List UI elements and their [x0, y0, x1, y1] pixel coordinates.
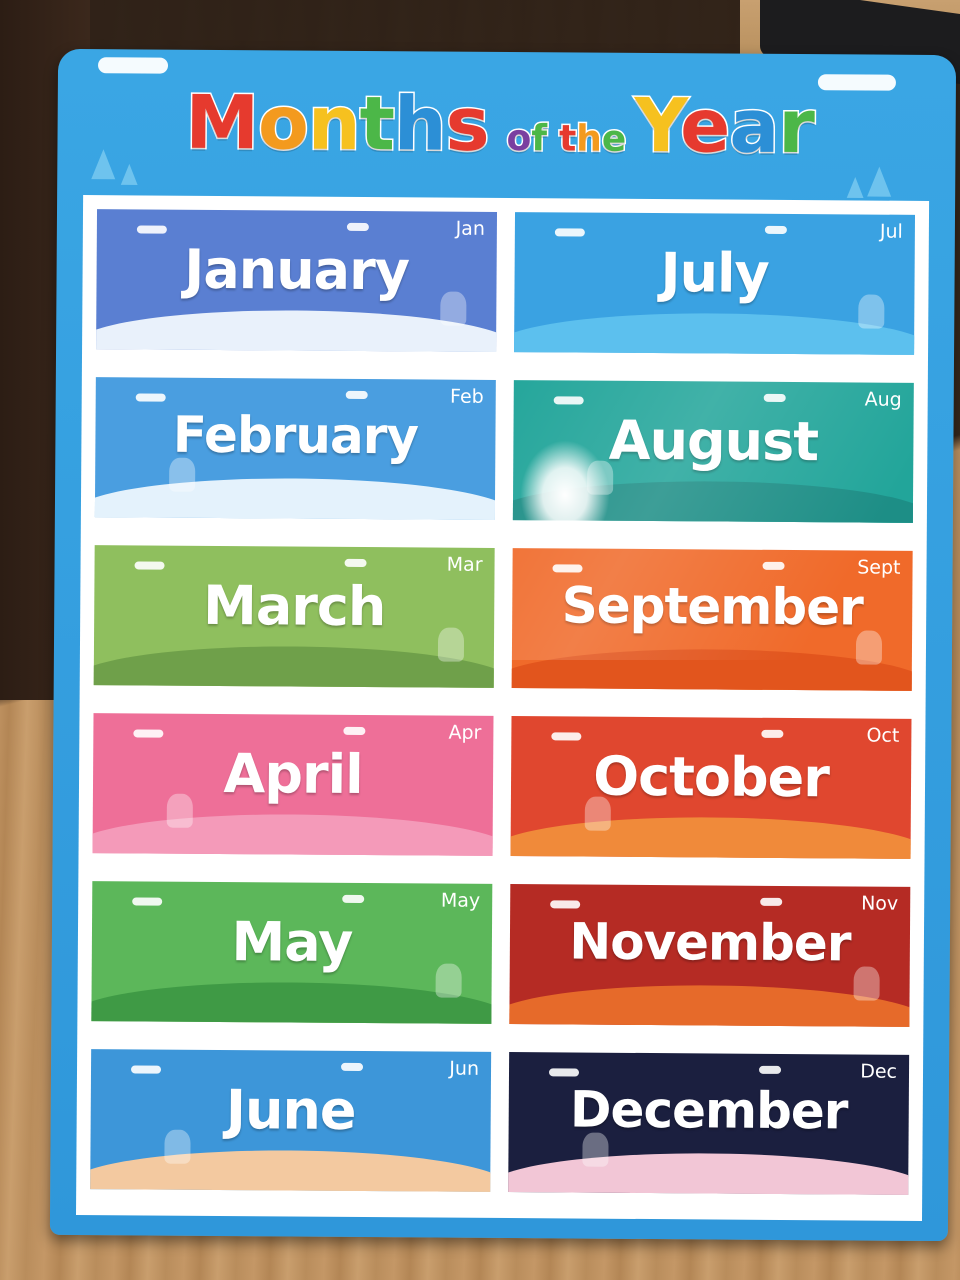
title-letter: a [728, 82, 781, 171]
month-card-october: October Oct [510, 716, 912, 859]
cloud-icon [131, 1065, 162, 1074]
cloud-icon [763, 393, 786, 402]
poster-title: Months of the Year [57, 78, 956, 171]
title-word: the [557, 117, 628, 161]
cloud-icon [551, 732, 582, 741]
month-abbreviation: Dec [860, 1060, 898, 1083]
month-card-december: December Dec [508, 1052, 910, 1195]
tree-icon [846, 176, 864, 199]
month-card-march: March Mar [93, 545, 495, 688]
month-abbreviation: Apr [448, 721, 482, 744]
title-letter: s [444, 80, 491, 169]
cloud-icon [550, 900, 581, 909]
cloud-icon [553, 396, 584, 405]
month-name: April [223, 742, 363, 807]
card-ground [508, 1151, 910, 1195]
month-name: October [592, 744, 830, 810]
card-ground [94, 477, 496, 520]
title-word: Months [184, 78, 491, 169]
card-ground [512, 479, 914, 523]
month-card-november: November Nov [509, 884, 911, 1027]
card-ground [509, 983, 911, 1027]
cloud-icon [135, 393, 166, 402]
title-letter: o [256, 79, 309, 168]
month-card-february: February Feb [94, 377, 496, 520]
month-name: August [608, 408, 819, 474]
cloud-icon [759, 1065, 782, 1074]
title-letter: e [678, 82, 731, 171]
month-name: June [225, 1078, 356, 1142]
tree-icon [120, 163, 138, 185]
month-abbreviation: Oct [866, 724, 900, 747]
month-abbreviation: Jun [449, 1057, 480, 1080]
month-name: January [184, 237, 410, 303]
title-letter: h [575, 117, 604, 161]
title-letter: t [358, 79, 396, 168]
month-abbreviation: Aug [864, 388, 902, 411]
title-letter: n [306, 79, 361, 168]
month-name: July [660, 241, 769, 305]
months-board: January Jan February Feb March Mar April Apr May… [76, 195, 930, 1221]
cloud-icon [341, 1062, 364, 1072]
cloud-icon [342, 894, 365, 904]
cloud-icon [134, 561, 165, 570]
title-letter: f [530, 117, 549, 161]
card-ground [92, 813, 494, 856]
cloud-icon [136, 225, 167, 234]
card-ground [510, 815, 912, 859]
cloud-icon [97, 57, 169, 74]
month-name: May [231, 910, 353, 974]
month-name: November [569, 912, 851, 973]
month-card-september: September Sept [511, 548, 913, 691]
cloud-icon [764, 225, 787, 234]
month-abbreviation: Mar [446, 553, 483, 576]
cloud-icon [345, 390, 368, 400]
title-letter: t [557, 117, 578, 161]
month-card-april: April Apr [92, 713, 494, 856]
months-poster: Months of the Year January Jan February Feb Mar… [49, 48, 957, 1242]
title-letter: e [600, 117, 628, 161]
month-abbreviation: Jan [455, 217, 485, 240]
month-name: February [172, 405, 419, 466]
month-card-june: June Jun [90, 1049, 492, 1192]
month-name: September [561, 576, 863, 637]
month-abbreviation: Sept [857, 556, 901, 579]
month-abbreviation: Jul [879, 220, 903, 243]
month-card-august: August Aug [512, 380, 914, 523]
month-abbreviation: Feb [450, 385, 484, 408]
title-letter: Y [633, 81, 682, 170]
month-abbreviation: May [440, 889, 481, 912]
cloud-icon [132, 897, 163, 906]
cloud-icon [343, 726, 366, 736]
month-card-july: July Jul [514, 212, 916, 355]
card-ground [514, 311, 916, 355]
cloud-icon [346, 222, 369, 232]
cloud-icon [554, 228, 585, 237]
card-ground [91, 980, 493, 1024]
card-ground [93, 645, 495, 688]
title-letter: h [392, 80, 447, 169]
title-word: Year [633, 81, 816, 171]
title-letter: o [505, 117, 533, 161]
cloud-icon [761, 729, 784, 738]
month-name: December [569, 1080, 848, 1141]
cloud-icon [548, 1068, 580, 1077]
cloud-icon [344, 558, 367, 568]
cloud-icon [760, 897, 783, 906]
tree-icon [867, 166, 892, 197]
title-letter: M [184, 78, 260, 168]
cloud-icon [762, 561, 785, 570]
cloud-icon [133, 729, 164, 738]
title-letter: r [777, 82, 816, 171]
month-card-may: May May [91, 881, 493, 1024]
title-word: of [505, 117, 549, 161]
card-ground [90, 1148, 492, 1192]
card-ground [96, 309, 498, 352]
month-name: March [202, 573, 386, 639]
cloud-icon [552, 564, 583, 573]
month-abbreviation: Nov [861, 892, 899, 915]
card-ground [511, 647, 913, 691]
month-card-january: January Jan [96, 209, 498, 352]
